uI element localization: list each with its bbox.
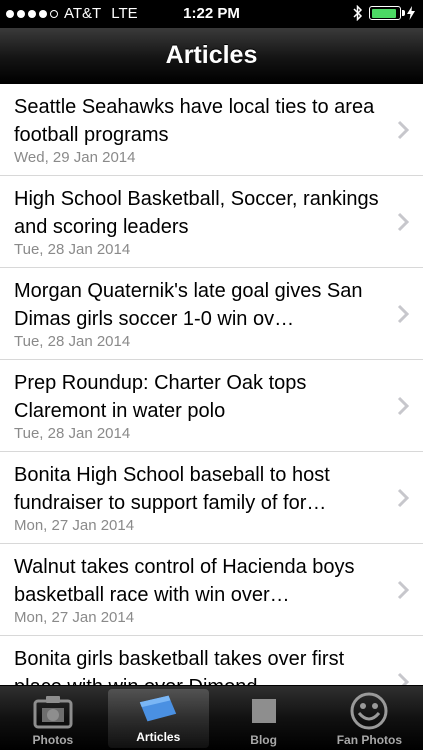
- article-row[interactable]: Bonita girls basketball takes over first…: [0, 636, 423, 685]
- article-title: High School Basketball, Soccer, rankings…: [14, 188, 379, 238]
- tab-bar: Photos Articles Blog Fan Photos: [0, 685, 423, 750]
- tab-label: Articles: [136, 730, 181, 744]
- chevron-right-icon: [397, 488, 409, 508]
- article-row[interactable]: High School Basketball, Soccer, rankings…: [0, 176, 423, 268]
- article-title: Bonita girls basketball takes over first…: [14, 648, 345, 685]
- tab-label: Fan Photos: [336, 733, 403, 747]
- chevron-right-icon: [397, 212, 409, 232]
- article-date: Mon, 27 Jan 2014: [14, 609, 135, 626]
- status-right: [353, 5, 415, 21]
- status-bar: AT&T LTE 1:22 PM: [0, 0, 423, 28]
- bluetooth-icon: [353, 5, 363, 21]
- tab-blog[interactable]: Blog: [211, 686, 317, 750]
- article-row[interactable]: Prep Roundup: Charter Oak tops Claremont…: [0, 360, 423, 452]
- camera-icon: [31, 691, 75, 731]
- article-title: Seattle Seahawks have local ties to area…: [14, 96, 375, 146]
- smiley-icon: [347, 691, 391, 731]
- article-title: Walnut takes control of Hacienda boys ba…: [14, 556, 355, 606]
- navigation-bar: Articles: [0, 28, 423, 84]
- article-date: Mon, 27 Jan 2014: [14, 517, 135, 534]
- chevron-right-icon: [397, 672, 409, 685]
- tab-photos[interactable]: Photos: [0, 686, 106, 750]
- blog-square-icon: [242, 691, 286, 731]
- page-title: Articles: [165, 41, 258, 69]
- tab-label: Photos: [32, 733, 74, 747]
- tab-label: Blog: [250, 733, 277, 747]
- chevron-right-icon: [397, 580, 409, 600]
- chevron-right-icon: [397, 396, 409, 416]
- article-title: Bonita High School baseball to host fund…: [14, 464, 330, 514]
- article-title: Morgan Quaternik's late goal gives San D…: [14, 280, 363, 330]
- article-date: Tue, 28 Jan 2014: [14, 241, 131, 258]
- article-date: Wed, 29 Jan 2014: [14, 149, 136, 166]
- tab-articles[interactable]: Articles: [107, 689, 209, 748]
- document-icon: [136, 689, 180, 728]
- article-row[interactable]: Morgan Quaternik's late goal gives San D…: [0, 268, 423, 360]
- article-row[interactable]: Walnut takes control of Hacienda boys ba…: [0, 544, 423, 636]
- article-date: Tue, 28 Jan 2014: [14, 333, 131, 350]
- article-title: Prep Roundup: Charter Oak tops Claremont…: [14, 372, 307, 422]
- battery-icon: [369, 6, 405, 20]
- articles-list[interactable]: Seattle Seahawks have local ties to area…: [0, 84, 423, 685]
- article-row[interactable]: Seattle Seahawks have local ties to area…: [0, 84, 423, 176]
- article-date: Tue, 28 Jan 2014: [14, 425, 131, 442]
- chevron-right-icon: [397, 120, 409, 140]
- charging-icon: [407, 6, 415, 20]
- battery-fill: [371, 8, 396, 18]
- tab-fan-photos[interactable]: Fan Photos: [317, 686, 423, 750]
- article-row[interactable]: Bonita High School baseball to host fund…: [0, 452, 423, 544]
- chevron-right-icon: [397, 304, 409, 324]
